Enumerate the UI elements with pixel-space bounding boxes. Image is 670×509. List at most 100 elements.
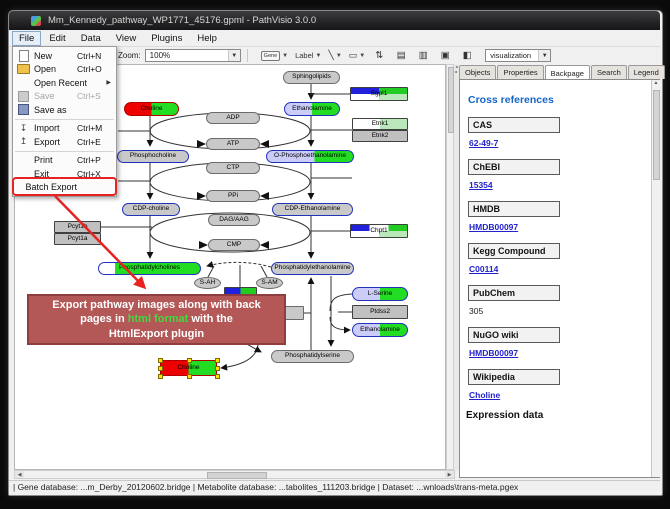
node-cmp[interactable]: CMP (208, 239, 260, 251)
file-menu-item-save-as[interactable]: Save as (13, 103, 116, 117)
backpage-section-header: CAS (468, 117, 560, 133)
node-label: Pcyt1b (68, 224, 88, 231)
shape-tool[interactable]: ▭▼ (349, 50, 365, 61)
backpage-link[interactable]: 62-49-7 (469, 138, 498, 148)
node-adp[interactable]: ADP (206, 112, 260, 124)
node-l-serine[interactable]: L-Serine (352, 287, 408, 301)
node-etnk2[interactable]: Etnk2 (352, 130, 408, 142)
node-phosphatidylcholines[interactable]: Phosphatidylcholines (98, 262, 201, 275)
tab-backpage[interactable]: Backpage (545, 65, 590, 80)
file-menu-item-exit[interactable]: ExitCtrl+X (13, 167, 116, 181)
file-menu-shortcut: Ctrl+S (77, 91, 111, 101)
node-label: Etnk1 (372, 121, 389, 128)
file-menu-item-new[interactable]: NewCtrl+N (13, 49, 116, 63)
node-choline[interactable]: Choline (124, 102, 179, 116)
node-cdp-ethanolamine[interactable]: CDP-Ethanolamine (272, 203, 353, 216)
chevron-down-icon[interactable]: ▼ (315, 53, 321, 59)
tab-search[interactable]: Search (591, 65, 627, 79)
scroll-left-icon[interactable]: ◀ (15, 471, 24, 478)
title-bar[interactable]: Mm_Kennedy_pathway_WP1771_45176.gpml - P… (9, 11, 660, 30)
selection-handle[interactable] (158, 374, 163, 379)
backpage-link[interactable]: C00114 (469, 264, 498, 274)
selection-handle[interactable] (187, 358, 192, 363)
label-tool[interactable]: Label▼ (295, 51, 321, 60)
gene-tool[interactable]: Gene▼ (261, 51, 288, 61)
stack-rows-icon[interactable]: ▤ (393, 49, 409, 63)
align-vertical-center-icon[interactable]: ⇅ (371, 49, 387, 63)
chevron-down-icon[interactable]: ▼ (282, 53, 288, 59)
backpage-link[interactable]: HMDB00097 (469, 222, 518, 232)
menubar-item-file[interactable]: File (12, 31, 41, 46)
file-menu-item-batch-export[interactable]: Batch Export (13, 181, 116, 195)
canvas-vertical-scrollbar[interactable] (446, 64, 454, 470)
node-ctp[interactable]: CTP (206, 162, 260, 174)
tab-objects[interactable]: Objects (459, 65, 496, 79)
node-ptdss2[interactable]: Ptdss2 (352, 305, 408, 319)
line-tool-icon: ╲ (328, 50, 333, 61)
node-ethanolamine[interactable]: Ethanolamine (352, 323, 408, 337)
selection-handle[interactable] (158, 358, 163, 363)
node-label: ADP (226, 115, 239, 122)
node-phosphocholine[interactable]: Phosphocholine (117, 150, 189, 163)
node-label: Ethanolamine (360, 327, 400, 334)
print-icon[interactable]: ▣ (437, 49, 453, 63)
node-chpt1[interactable]: Chpt1 (350, 224, 408, 238)
node-dag-aag[interactable]: DAG/AAG (208, 214, 260, 226)
node-etnk1[interactable]: Etnk1 (352, 118, 408, 130)
stack-columns-icon[interactable]: ▥ (415, 49, 431, 63)
annotation-highlight: html format (128, 313, 189, 325)
node-o-phosphoethanolamine[interactable]: O-Phosphoethanolamine (266, 150, 354, 163)
annotation-line1: Export pathway images along with back (52, 298, 260, 312)
menubar-item-plugins[interactable]: Plugins (144, 31, 189, 46)
backpage-link[interactable]: Choline (469, 390, 500, 400)
scrollbar-thumb[interactable] (207, 472, 267, 479)
file-menu-item-export[interactable]: ↥ExportCtrl+E (13, 135, 116, 149)
node-sgpl1[interactable]: Sgpl1 (350, 87, 408, 101)
chevron-down-icon[interactable]: ▼ (336, 53, 342, 59)
chevron-down-icon[interactable]: ▼ (228, 50, 240, 61)
node-ppi[interactable]: PPi (206, 190, 260, 202)
canvas-horizontal-scrollbar[interactable]: ◀ ▶ (14, 470, 455, 479)
selection-handle[interactable] (215, 374, 220, 379)
open-folder-icon (17, 64, 30, 74)
zoom-combobox[interactable]: 100% ▼ (145, 49, 241, 62)
tab-legend[interactable]: Legend (628, 65, 665, 79)
selection-handle[interactable] (187, 374, 192, 379)
selection-handle[interactable] (158, 366, 163, 371)
node-phosphatidylethanolamine[interactable]: Phosphatidylethanolamine (271, 262, 354, 275)
backpage-link[interactable]: 15354 (469, 180, 493, 190)
file-menu-item-open[interactable]: OpenCtrl+O (13, 63, 116, 77)
visualization-combobox[interactable]: visualization ▼ (485, 49, 551, 62)
menubar-item-help[interactable]: Help (190, 31, 224, 46)
file-menu-item-label: Print (34, 155, 53, 165)
node-phosphatidylserine[interactable]: Phosphatidylserine (271, 350, 354, 363)
menubar-item-edit[interactable]: Edit (42, 31, 72, 46)
node-ethanolamine[interactable]: Ethanolamine (284, 102, 340, 116)
menubar-item-data[interactable]: Data (74, 31, 108, 46)
node-cdp-choline[interactable]: CDP-choline (122, 203, 180, 216)
gene-box[interactable] (284, 306, 304, 320)
sidebar-scrollbar[interactable]: ▲ (651, 80, 660, 477)
line-tool[interactable]: ╲▼ (328, 50, 341, 61)
node-sphingolipids[interactable]: Sphingolipids (283, 71, 340, 84)
backpage-link[interactable]: HMDB00097 (469, 348, 518, 358)
file-menu-item-open-recent[interactable]: Open Recent▶ (13, 76, 116, 90)
node-s-am[interactable]: S-AM (256, 277, 283, 289)
preview-icon[interactable]: ◧ (459, 49, 475, 63)
node-choline[interactable]: Choline (160, 360, 217, 376)
node-atp[interactable]: ATP (206, 138, 260, 150)
menubar-item-view[interactable]: View (109, 31, 143, 46)
selection-handle[interactable] (215, 358, 220, 363)
file-menu-item-save[interactable]: SaveCtrl+S (13, 90, 116, 104)
node-pcyt1a[interactable]: Pcyt1a (54, 233, 101, 245)
scroll-right-icon[interactable]: ▶ (445, 471, 454, 478)
file-menu-item-import[interactable]: ↧ImportCtrl+M (13, 122, 116, 136)
backpage-section-header: HMDB (468, 201, 560, 217)
node-pcyt1b[interactable]: Pcyt1b (54, 221, 101, 233)
pathvisio-logo-icon (31, 16, 41, 26)
node-s-ah[interactable]: S-AH (194, 277, 221, 289)
tab-properties[interactable]: Properties (497, 65, 543, 79)
file-menu-item-print[interactable]: PrintCtrl+P (13, 154, 116, 168)
selection-handle[interactable] (215, 366, 220, 371)
chevron-down-icon[interactable]: ▼ (538, 50, 550, 61)
